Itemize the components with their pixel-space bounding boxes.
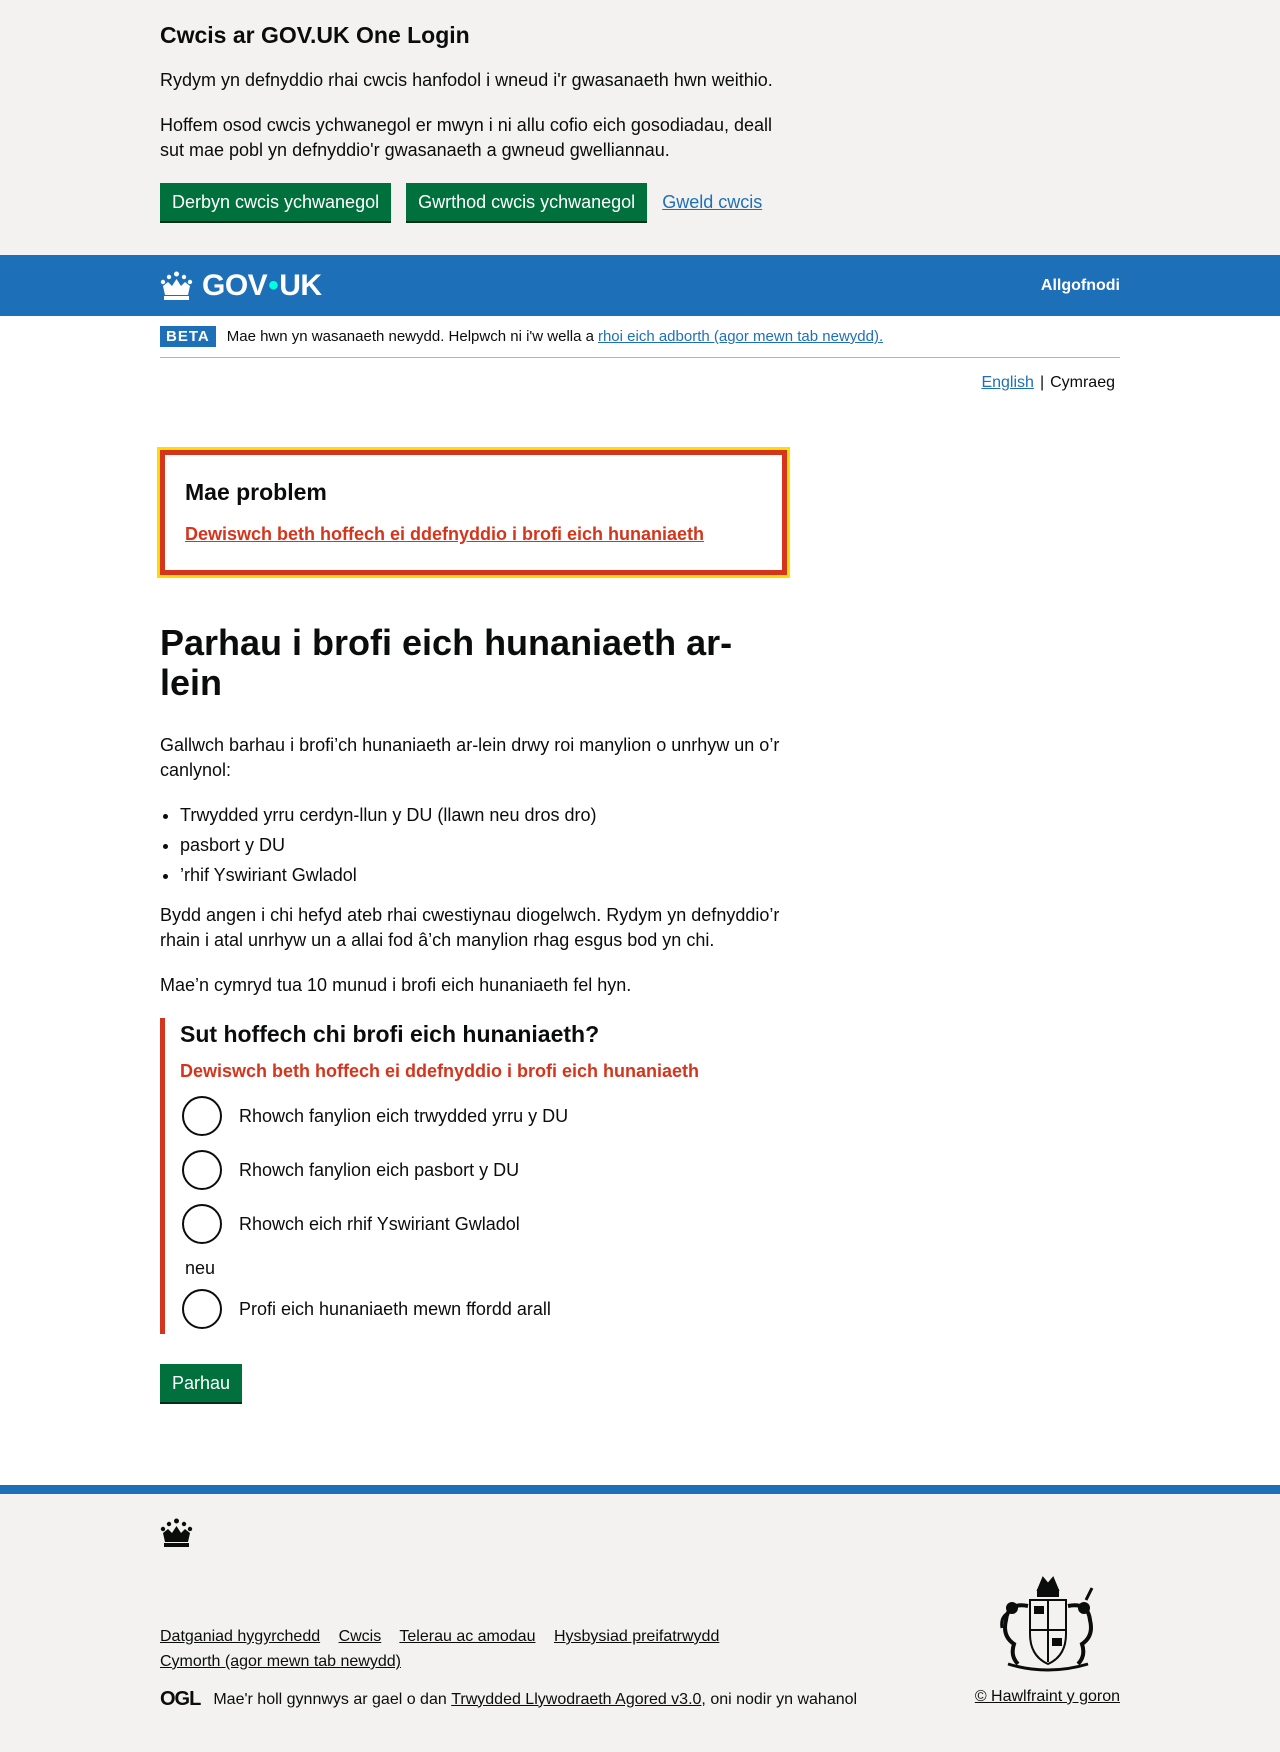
cookie-banner-title: Cwcis ar GOV.UK One Login — [160, 22, 470, 48]
radio-label[interactable]: Rhowch fanylion eich trwydded yrru y DU — [239, 1106, 568, 1127]
footer-link-accessibility[interactable]: Datganiad hygyrchedd — [160, 1628, 320, 1645]
crown-icon — [160, 1518, 193, 1547]
feedback-link[interactable]: rhoi eich adborth (agor mewn tab newydd)… — [598, 328, 883, 345]
radio-circle[interactable] — [182, 1289, 222, 1329]
list-item: ’rhif Yswiriant Gwladol — [180, 863, 790, 888]
copyright: © Hawlfraint y goron — [975, 1688, 1120, 1706]
copyright-link[interactable]: © Hawlfraint y goron — [975, 1688, 1120, 1705]
radio-label[interactable]: Rhowch eich rhif Yswiriant Gwladol — [239, 1214, 520, 1235]
footer-link-privacy[interactable]: Hysbysiad preifatrwydd — [554, 1628, 719, 1645]
footer-link-terms[interactable]: Telerau ac amodau — [399, 1628, 535, 1645]
radio-other-way[interactable]: Profi eich hunaniaeth mewn ffordd arall — [180, 1289, 790, 1329]
question-legend: Sut hoffech chi brofi eich hunaniaeth? — [180, 1021, 600, 1047]
view-cookies-link[interactable]: Gweld cwcis — [662, 192, 762, 213]
error-summary-link[interactable]: Dewiswch beth hoffech ei ddefnyddio i br… — [185, 524, 762, 545]
list-item: pasbort y DU — [180, 833, 790, 858]
radio-label[interactable]: Rhowch fanylion eich pasbort y DU — [239, 1160, 519, 1181]
field-error-message: Dewiswch beth hoffech ei ddefnyddio i br… — [180, 1061, 700, 1081]
site-footer: Datganiad hygyrchedd Cwcis Telerau ac am… — [0, 1485, 1280, 1752]
cookie-banner: Cwcis ar GOV.UK One Login Rydym yn defny… — [0, 0, 1280, 255]
language-toggle: English | Cymraeg — [160, 374, 1120, 392]
radio-national-insurance[interactable]: Rhowch eich rhif Yswiriant Gwladol — [180, 1204, 790, 1244]
error-summary-title: Mae problem — [185, 479, 327, 505]
language-english-link[interactable]: English — [981, 374, 1033, 391]
crown-icon — [160, 271, 193, 300]
cookie-banner-text-1: Rydym yn defnyddio rhai cwcis hanfodol i… — [160, 70, 773, 90]
intro-text: Gallwch barhau i brofi’ch hunaniaeth ar-… — [160, 735, 780, 780]
accept-cookies-button[interactable]: Derbyn cwcis ychwanegol — [160, 183, 392, 221]
error-summary: Mae problem Dewiswch beth hoffech ei dde… — [157, 447, 790, 578]
ogl-logo: OGL — [160, 1688, 201, 1710]
sign-out-link[interactable]: Allgofnodi — [1041, 277, 1120, 295]
reject-cookies-button[interactable]: Gwrthod cwcis ychwanegol — [406, 183, 648, 221]
footer-links: Datganiad hygyrchedd Cwcis Telerau ac am… — [160, 1624, 760, 1674]
page-title: Parhau i brofi eich hunaniaeth ar-lein — [160, 622, 733, 703]
beta-text: Mae hwn yn wasanaeth newydd. Helpwch ni … — [226, 328, 594, 345]
logo-gov-text: GOV — [202, 268, 268, 302]
licence-link[interactable]: Trwydded Llywodraeth Agored v3.0 — [451, 1691, 701, 1709]
radio-divider: neu — [185, 1258, 216, 1278]
govuk-logo-link[interactable]: GOV • UK — [160, 269, 322, 303]
document-list: Trwydded yrru cerdyn-llun y DU (llawn ne… — [160, 803, 790, 888]
royal-coat-of-arms-icon — [1000, 1576, 1094, 1672]
radio-passport[interactable]: Rhowch fanylion eich pasbort y DU — [180, 1150, 790, 1190]
radio-circle[interactable] — [182, 1150, 222, 1190]
radio-circle[interactable] — [182, 1204, 222, 1244]
radio-circle[interactable] — [182, 1096, 222, 1136]
radio-label[interactable]: Profi eich hunaniaeth mewn ffordd arall — [239, 1299, 551, 1320]
licence-statement: OGL Mae'r holl gynnwys ar gael o dan Trw… — [160, 1688, 857, 1711]
list-item: Trwydded yrru cerdyn-llun y DU (llawn ne… — [180, 803, 790, 828]
logo-uk-text: UK — [279, 268, 322, 302]
beta-banner: BETA Mae hwn yn wasanaeth newydd. Helpwc… — [160, 316, 1120, 358]
licence-suffix: , oni nodir yn wahanol — [701, 1690, 858, 1708]
footer-link-cookies[interactable]: Cwcis — [339, 1628, 382, 1645]
language-separator: | — [1039, 374, 1045, 391]
licence-prefix: Mae'r holl gynnwys ar gael o dan — [213, 1690, 447, 1708]
site-header: GOV • UK Allgofnodi — [0, 255, 1280, 316]
continue-button[interactable]: Parhau — [160, 1364, 243, 1402]
logo-dot: • — [268, 268, 279, 302]
cookie-banner-text-2: Hoffem osod cwcis ychwanegol er mwyn i n… — [160, 115, 772, 160]
footer-link-support[interactable]: Cymorth (agor mewn tab newydd) — [160, 1653, 401, 1670]
security-questions-text: Bydd angen i chi hefyd ateb rhai cwestiy… — [160, 905, 780, 950]
language-welsh-current: Cymraeg — [1050, 374, 1115, 391]
time-estimate-text: Mae’n cymryd tua 10 munud i brofi eich h… — [160, 975, 632, 995]
beta-tag: BETA — [160, 326, 216, 347]
identity-method-form-group: Sut hoffech chi brofi eich hunaniaeth? D… — [160, 1018, 790, 1334]
radio-driving-licence[interactable]: Rhowch fanylion eich trwydded yrru y DU — [180, 1096, 790, 1136]
